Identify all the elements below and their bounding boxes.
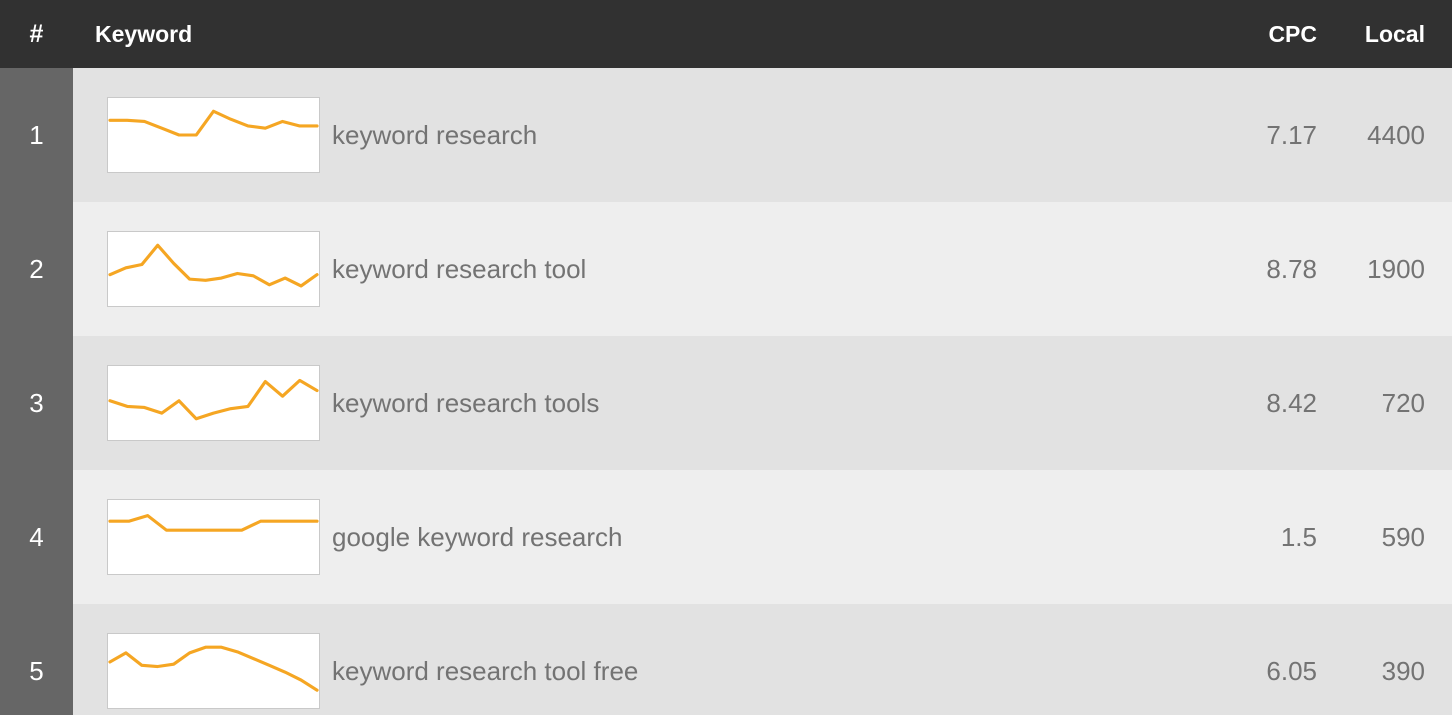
table-row[interactable]: 4 google keyword research 1.5 590 — [0, 470, 1452, 604]
cpc-value: 8.78 — [1266, 253, 1317, 284]
trend-cell — [73, 68, 332, 202]
local-volume-value: 4400 — [1367, 119, 1425, 150]
column-header-rank[interactable]: # — [0, 20, 73, 49]
keyword-table: # Keyword CPC Local 1 keyword research 7.1… — [0, 0, 1452, 715]
keyword-label[interactable]: keyword research — [332, 68, 1192, 202]
sparkline-chart-icon[interactable] — [107, 365, 320, 441]
keyword-label[interactable]: keyword research tools — [332, 336, 1192, 470]
trend-cell — [73, 604, 332, 715]
row-rank: 2 — [0, 202, 73, 336]
local-volume-value: 590 — [1381, 521, 1425, 552]
sparkline-chart-icon[interactable] — [107, 499, 320, 575]
column-header-local[interactable]: Local — [1317, 21, 1452, 48]
local-volume-value: 1900 — [1367, 253, 1425, 284]
table-row[interactable]: 5 keyword research tool free 6.05 390 — [0, 604, 1452, 715]
table-row[interactable]: 3 keyword research tools 8.42 720 — [0, 336, 1452, 470]
row-rank: 1 — [0, 68, 73, 202]
row-rank: 3 — [0, 336, 73, 470]
keyword-label[interactable]: keyword research tool free — [332, 604, 1192, 715]
cpc-value: 8.42 — [1266, 387, 1317, 418]
row-rank: 4 — [0, 470, 73, 604]
local-volume-value: 720 — [1381, 387, 1425, 418]
sparkline-chart-icon[interactable] — [107, 97, 320, 173]
trend-cell — [73, 336, 332, 470]
cpc-value: 1.5 — [1280, 521, 1317, 552]
column-header-cpc[interactable]: CPC — [1192, 21, 1317, 48]
keyword-label[interactable]: google keyword research — [332, 470, 1192, 604]
keyword-label[interactable]: keyword research tool — [332, 202, 1192, 336]
trend-cell — [73, 202, 332, 336]
local-volume-value: 390 — [1381, 655, 1425, 686]
row-rank: 5 — [0, 604, 73, 715]
table-row[interactable]: 2 keyword research tool 8.78 1900 — [0, 202, 1452, 336]
table-header-row: # Keyword CPC Local — [0, 0, 1452, 68]
sparkline-chart-icon[interactable] — [107, 231, 320, 307]
sparkline-chart-icon[interactable] — [107, 633, 320, 709]
trend-cell — [73, 470, 332, 604]
column-header-keyword[interactable]: Keyword — [73, 21, 1192, 48]
cpc-value: 6.05 — [1266, 655, 1317, 686]
cpc-value: 7.17 — [1266, 119, 1317, 150]
table-body: 1 keyword research 7.17 4400 2 keyword resear… — [0, 68, 1452, 715]
table-row[interactable]: 1 keyword research 7.17 4400 — [0, 68, 1452, 202]
